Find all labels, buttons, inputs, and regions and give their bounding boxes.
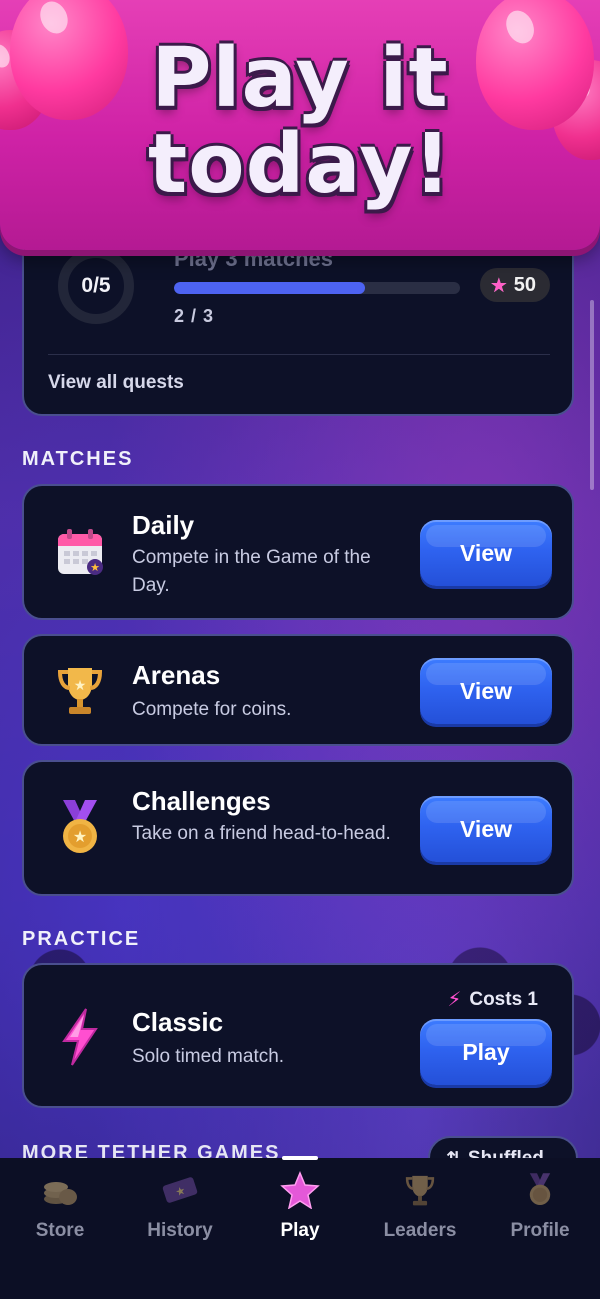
svg-text:★: ★ xyxy=(74,678,87,694)
nav-label: Profile xyxy=(510,1220,570,1241)
banner-title: Play it today! xyxy=(148,31,452,212)
quest-progress-bar xyxy=(174,282,460,294)
match-card-challenges[interactable]: ★ Challenges Take on a friend head-to-he… xyxy=(22,760,574,896)
star-icon xyxy=(280,1170,320,1210)
medal-icon xyxy=(520,1170,560,1210)
practice-title: Classic xyxy=(132,1007,224,1037)
match-card-arenas[interactable]: ★ Arenas Compete for coins. View xyxy=(22,634,574,746)
nav-item-leaders[interactable]: Leaders xyxy=(360,1158,480,1299)
quest-progress-fill xyxy=(174,282,365,294)
match-description: Compete in the Game of the Day. xyxy=(132,547,371,596)
calendar-icon: ★ xyxy=(52,524,108,580)
match-title: Arenas xyxy=(132,660,221,690)
practice-card-classic[interactable]: Classic Solo timed match. ⚡ Costs 1 Play xyxy=(22,963,574,1108)
svg-text:★: ★ xyxy=(73,827,87,846)
button-label: View xyxy=(460,539,512,566)
divider xyxy=(48,354,550,355)
match-title: Challenges xyxy=(132,786,271,816)
practice-cost-label: Costs 1 xyxy=(469,988,538,1010)
nav-label: Leaders xyxy=(383,1220,457,1241)
section-label-practice: PRACTICE xyxy=(22,928,141,950)
nav-item-play[interactable]: Play xyxy=(240,1158,360,1299)
challenges-view-button[interactable]: View xyxy=(420,796,552,862)
medal-icon: ★ xyxy=(52,800,108,856)
star-icon: ★ xyxy=(489,274,508,297)
nav-label: Store xyxy=(35,1220,85,1241)
lightning-bolt-icon: ⚡ xyxy=(447,989,462,1011)
nav-item-history[interactable]: ★ History xyxy=(120,1158,240,1299)
quest-reward-badge: ★ 50 xyxy=(479,268,550,302)
match-card-daily[interactable]: ★ Daily Compete in the Game of the Day. … xyxy=(22,484,574,620)
svg-text:★: ★ xyxy=(90,561,100,574)
classic-play-button[interactable]: Play xyxy=(420,1019,552,1085)
lightning-bolt-icon xyxy=(52,1008,108,1066)
ticket-icon: ★ xyxy=(160,1170,200,1210)
nav-label: History xyxy=(147,1220,213,1241)
match-description: Take on a friend head-to-head. xyxy=(132,823,391,844)
coin-stack-icon xyxy=(40,1170,80,1210)
scrollbar[interactable] xyxy=(590,300,594,490)
practice-description: Solo timed match. xyxy=(132,1046,285,1067)
button-label: View xyxy=(460,815,512,842)
nav-item-profile[interactable]: Profile xyxy=(480,1158,600,1299)
match-title: Daily xyxy=(132,510,195,540)
quest-progress-ring: 0/5 xyxy=(58,248,134,324)
section-label-matches: MATCHES xyxy=(22,448,134,470)
quest-reward-amount: 50 xyxy=(513,273,536,296)
nav-label: Play xyxy=(280,1220,320,1241)
button-label: Play xyxy=(462,1038,510,1065)
match-description: Compete for coins. xyxy=(132,699,292,720)
quest-count: 2 / 3 xyxy=(174,306,215,326)
daily-view-button[interactable]: View xyxy=(420,520,552,586)
nav-item-store[interactable]: Store xyxy=(0,1158,120,1299)
trophy-icon xyxy=(400,1170,440,1210)
bottom-nav: Store ★ History Play Leaders Profile xyxy=(0,1158,600,1299)
trophy-icon: ★ xyxy=(52,662,108,718)
view-all-quests-link[interactable]: View all quests xyxy=(48,372,184,394)
practice-cost: ⚡ Costs 1 xyxy=(447,987,538,1012)
arenas-view-button[interactable]: View xyxy=(420,658,552,724)
promo-banner: Play it today! xyxy=(0,0,600,250)
button-label: View xyxy=(460,677,512,704)
active-tab-indicator xyxy=(282,1156,318,1160)
